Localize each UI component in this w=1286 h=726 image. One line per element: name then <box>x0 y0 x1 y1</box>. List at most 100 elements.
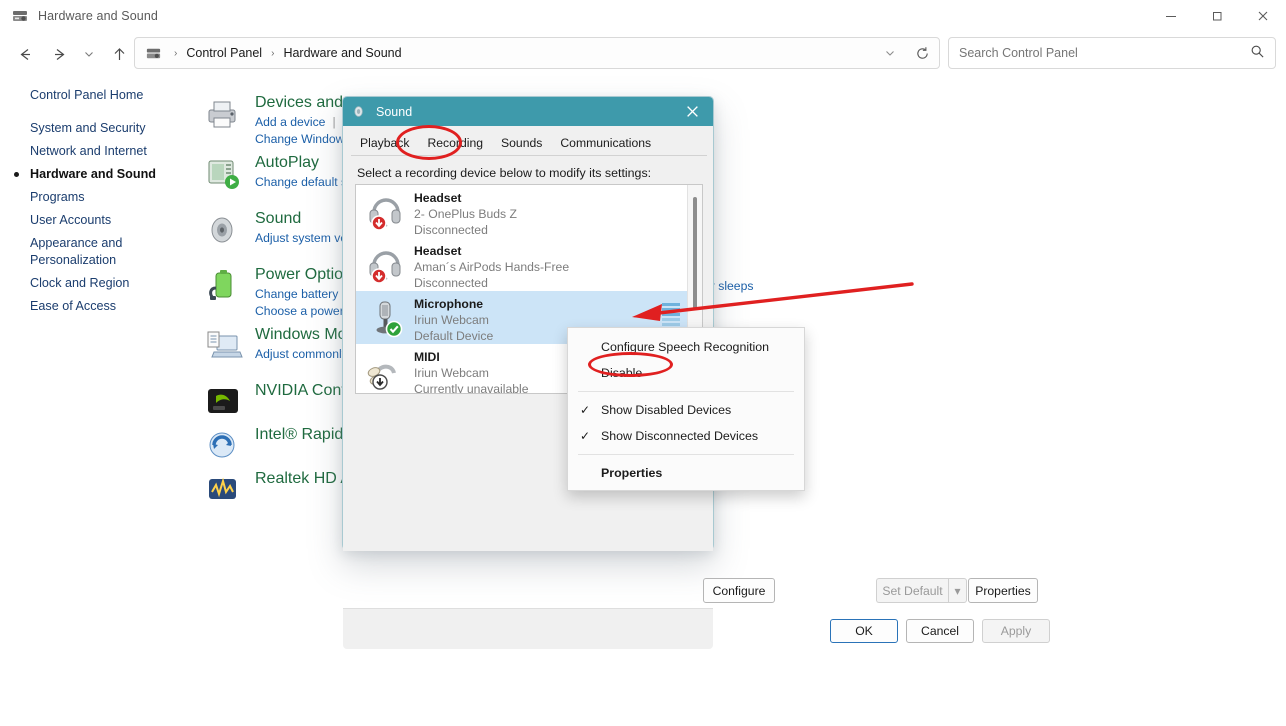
sound-dialog-tabs: Playback Recording Sounds Communications <box>351 133 707 156</box>
autoplay-icon <box>205 156 243 192</box>
device-list-scrollbar-thumb[interactable] <box>693 197 697 309</box>
tab-sounds[interactable]: Sounds <box>492 133 551 155</box>
sidebar-item-programs[interactable]: Programs <box>0 186 180 209</box>
device-description: Aman´s AirPods Hands-Free <box>414 260 570 274</box>
sound-dialog-footer <box>343 609 713 649</box>
configure-button[interactable]: Configure <box>703 578 775 603</box>
sidebar-item-label: Appearance and Personalization <box>30 236 123 267</box>
sound-dialog-title: Sound <box>376 104 413 119</box>
microphone-icon <box>366 298 406 338</box>
sound-dialog-hint: Select a recording device below to modif… <box>357 166 652 180</box>
tab-communications[interactable]: Communications <box>551 133 660 155</box>
cancel-button[interactable]: Cancel <box>906 619 974 643</box>
up-button[interactable] <box>102 38 136 70</box>
tab-playback[interactable]: Playback <box>351 133 418 155</box>
recent-locations-button[interactable] <box>76 38 102 70</box>
device-description: Iriun Webcam <box>414 313 489 327</box>
control-panel-icon <box>10 6 30 26</box>
context-menu-item-label: Show Disabled Devices <box>601 403 732 417</box>
sidebar-item-clock-and-region[interactable]: Clock and Region <box>0 272 180 295</box>
sidebar: Control Panel Home System and Security Ne… <box>0 84 195 684</box>
tab-recording[interactable]: Recording <box>418 133 493 155</box>
headset-icon <box>366 245 406 285</box>
sidebar-item-control-panel-home[interactable]: Control Panel Home <box>0 84 180 107</box>
device-status: Disconnected <box>414 276 488 290</box>
check-icon: ✓ <box>580 429 591 443</box>
printer-icon <box>205 96 243 132</box>
refresh-icon[interactable] <box>905 38 939 68</box>
context-menu-item-label: Properties <box>601 466 663 480</box>
maximize-button[interactable] <box>1194 0 1240 32</box>
minimize-button[interactable] <box>1148 0 1194 32</box>
device-status: Disconnected <box>414 223 488 237</box>
breadcrumb-separator-1: › <box>174 47 178 59</box>
sidebar-item-appearance-and-personalization[interactable]: Appearance and Personalization <box>0 232 180 272</box>
sound-dialog-close-button[interactable] <box>671 97 713 126</box>
level-meter-segment <box>662 318 680 321</box>
sidebar-item-ease-of-access[interactable]: Ease of Access <box>0 295 180 318</box>
ok-button[interactable]: OK <box>830 619 898 643</box>
context-menu-item-configure-speech-recognition[interactable]: Configure Speech Recognition <box>568 334 804 360</box>
apply-button[interactable]: Apply <box>982 619 1050 643</box>
nvidia-icon <box>205 384 243 420</box>
search-icon[interactable] <box>1250 44 1265 62</box>
battery-icon <box>205 268 243 304</box>
context-menu-item-disable[interactable]: Disable <box>568 360 804 386</box>
set-default-group: Set Default ▾ <box>876 578 967 603</box>
sidebar-item-network-and-internet[interactable]: Network and Internet <box>0 140 180 163</box>
back-button[interactable] <box>8 38 42 70</box>
recording-device-row[interactable]: Headset Aman´s AirPods Hands-Free Disconne… <box>356 238 702 291</box>
properties-button[interactable]: Properties <box>968 578 1038 603</box>
content-item-link[interactable]: Add a device <box>255 115 325 129</box>
level-meter-segment <box>662 308 680 311</box>
sidebar-current-bullet-icon <box>14 172 19 177</box>
speaker-icon <box>205 212 243 248</box>
device-name: Headset <box>414 244 462 258</box>
context-menu: Configure Speech Recognition Disable ✓ Show… <box>567 327 805 491</box>
sound-icon <box>352 104 368 120</box>
window-titlebar: Hardware and Sound <box>0 0 1286 32</box>
sidebar-item-label: Ease of Access <box>30 299 117 313</box>
device-name: MIDI <box>414 350 440 364</box>
recording-device-row[interactable]: Headset 2- OnePlus Buds Z Disconnected <box>356 185 702 238</box>
forward-button[interactable] <box>42 38 76 70</box>
sidebar-item-label: Control Panel Home <box>30 88 144 102</box>
sidebar-item-label: Clock and Region <box>30 276 130 290</box>
sound-dialog-titlebar: Sound <box>343 97 713 126</box>
context-menu-divider <box>578 454 794 455</box>
breadcrumb-separator-2[interactable]: › <box>264 48 281 59</box>
sidebar-item-label: Network and Internet <box>30 144 147 158</box>
search-input[interactable]: Search Control Panel <box>948 37 1276 69</box>
chevron-down-icon[interactable] <box>875 38 905 68</box>
context-menu-item-properties[interactable]: Properties <box>568 460 804 486</box>
context-menu-item-show-disconnected-devices[interactable]: ✓ Show Disconnected Devices <box>568 423 804 449</box>
breadcrumb-control-panel[interactable]: Control Panel <box>184 46 264 60</box>
link-separator: | <box>332 115 336 129</box>
context-menu-item-show-disabled-devices[interactable]: ✓ Show Disabled Devices <box>568 397 804 423</box>
sidebar-item-list: System and Security Network and Internet H… <box>0 117 195 318</box>
sidebar-item-label: System and Security <box>30 121 146 135</box>
search-placeholder: Search Control Panel <box>959 46 1078 60</box>
set-default-button[interactable]: Set Default <box>876 578 948 603</box>
device-name: Microphone <box>414 297 484 311</box>
sidebar-item-hardware-and-sound[interactable]: Hardware and Sound <box>0 163 180 186</box>
close-button[interactable] <box>1240 0 1286 32</box>
midi-icon <box>366 351 406 391</box>
realtek-icon <box>205 472 243 508</box>
window-title: Hardware and Sound <box>38 9 158 23</box>
set-default-dropdown-arrow-icon[interactable]: ▾ <box>948 578 967 603</box>
level-meter-segment <box>662 303 680 306</box>
sidebar-item-user-accounts[interactable]: User Accounts <box>0 209 180 232</box>
check-icon: ✓ <box>580 403 591 417</box>
intel-icon <box>205 428 243 464</box>
breadcrumb-hardware-and-sound[interactable]: Hardware and Sound <box>281 46 403 60</box>
level-meter-segment <box>662 323 680 326</box>
window-controls <box>1148 0 1286 32</box>
context-menu-item-label: Disable <box>601 366 643 380</box>
sidebar-item-system-and-security[interactable]: System and Security <box>0 117 180 140</box>
device-description: 2- OnePlus Buds Z <box>414 207 517 221</box>
address-bar[interactable]: › Control Panel › Hardware and Sound <box>134 37 940 69</box>
content-item-link[interactable]: Adjust commonly <box>255 347 348 361</box>
device-status: Default Device <box>414 329 494 343</box>
